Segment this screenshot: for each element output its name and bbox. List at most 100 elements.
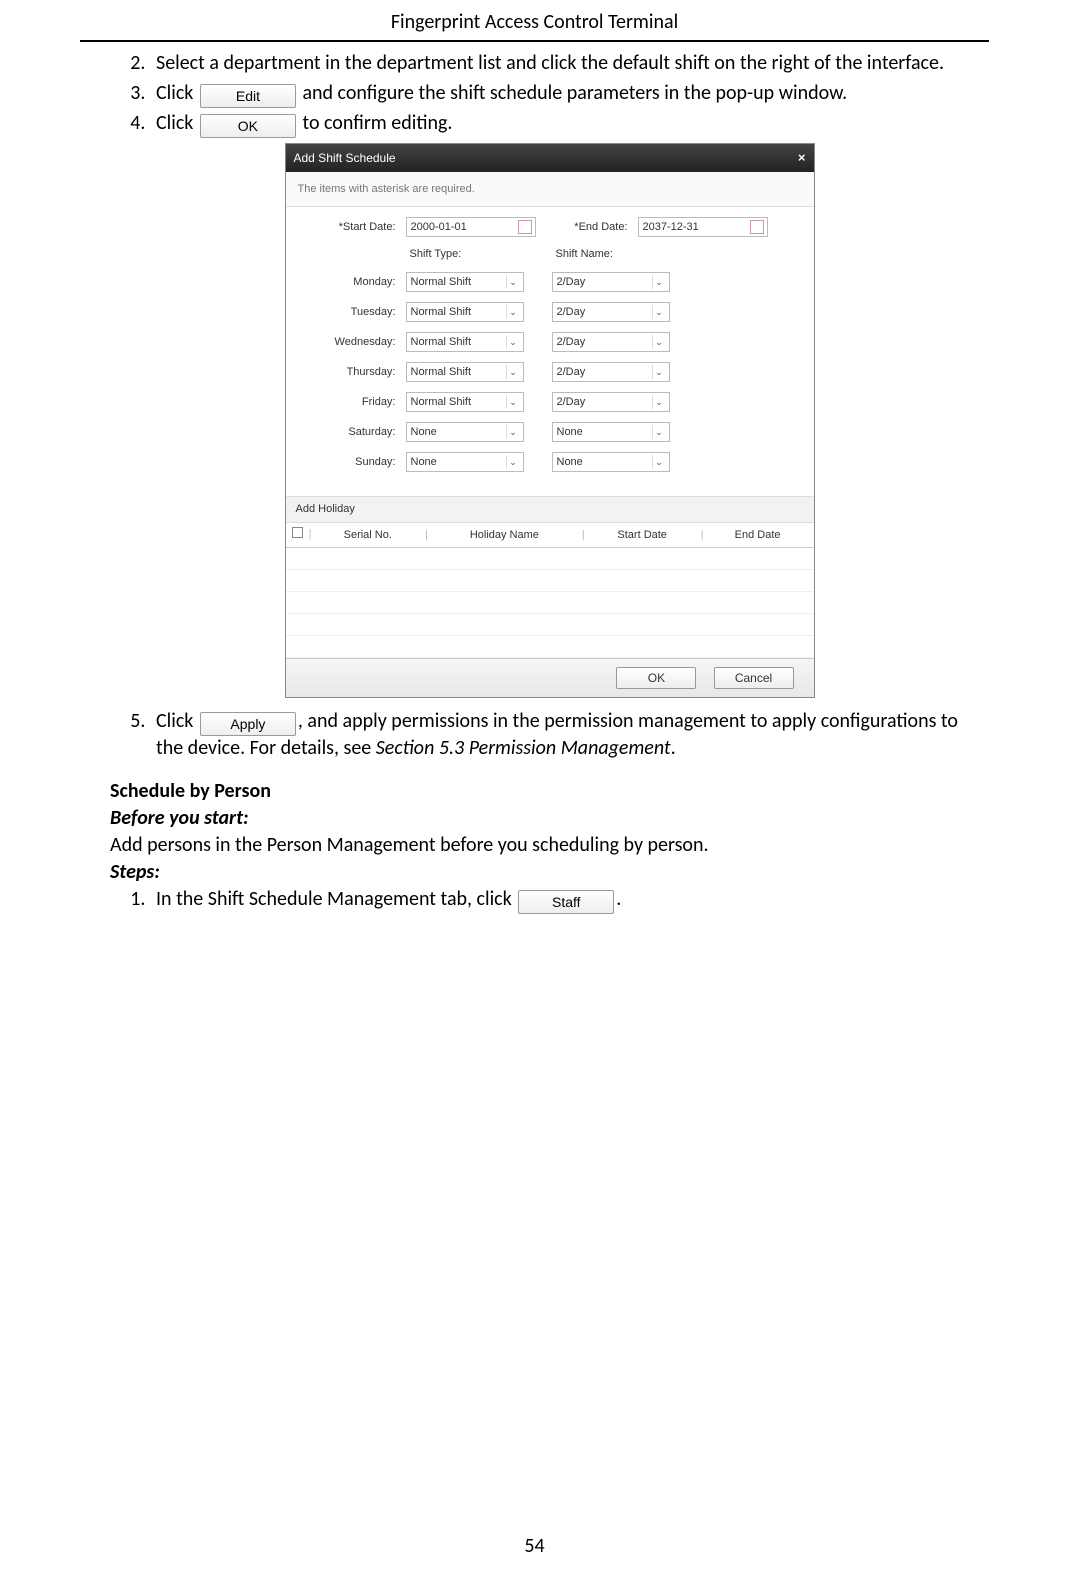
shift-type-value: Normal Shift [411,305,472,320]
shift-name-value: 2/Day [557,365,586,380]
day-label: Monday: [300,275,400,290]
day-label: Saturday: [300,425,400,440]
page-header: Fingerprint Access Control Terminal [80,10,989,42]
shift-name-dropdown[interactable]: 2/Day ⌄ [552,362,670,382]
chevron-down-icon: ⌄ [652,395,666,409]
chevron-down-icon: ⌄ [652,335,666,349]
shift-name-value: 2/Day [557,305,586,320]
shift-name-value: 2/Day [557,335,586,350]
shift-type-dropdown[interactable]: Normal Shift ⌄ [406,272,524,292]
dialog-cancel-button[interactable]: Cancel [714,667,794,689]
col-end-date: End Date [702,523,814,547]
shift-type-dropdown[interactable]: Normal Shift ⌄ [406,362,524,382]
step-5-end: . [671,736,676,760]
holiday-table: Serial No. Holiday Name Start Date End D… [286,523,814,658]
add-holiday-section: Add Holiday [286,496,814,523]
step-4: Click OK to confirm editing. [150,110,989,137]
step-3: Click Edit and configure the shift sched… [150,80,989,107]
day-row: Sunday:None⌄None⌄ [300,452,800,472]
start-date-label: *Start Date: [300,220,400,235]
shift-name-dropdown[interactable]: 2/Day ⌄ [552,332,670,352]
ok-button[interactable]: OK [200,114,296,138]
shift-name-value: 2/Day [557,275,586,290]
chevron-down-icon: ⌄ [506,425,520,439]
person-step-1-pre: In the Shift Schedule Management tab, cl… [156,887,516,911]
chevron-down-icon: ⌄ [652,365,666,379]
chevron-down-icon: ⌄ [506,275,520,289]
chevron-down-icon: ⌄ [652,425,666,439]
person-step-1: In the Shift Schedule Management tab, cl… [150,886,989,913]
page-number: 54 [0,1534,1069,1558]
col-holiday-name: Holiday Name [426,523,583,547]
shift-type-value: None [411,425,437,440]
staff-button[interactable]: Staff [518,890,614,914]
day-row: Thursday: Normal Shift ⌄ 2/Day ⌄ [300,362,800,382]
step-5-pre: Click [156,709,198,733]
shift-type-dropdown[interactable]: Normal Shift ⌄ [406,302,524,322]
shift-type-dropdown[interactable]: None ⌄ [406,422,524,442]
dialog-title: Add Shift Schedule [294,150,396,166]
shift-type-value: Normal Shift [411,395,472,410]
step-2: Select a department in the department li… [150,50,989,77]
shift-name-dropdown[interactable]: 2/Day ⌄ [552,392,670,412]
dialog-notice: The items with asterisk are required. [286,172,814,208]
end-date-input[interactable]: 2037-12-31 [638,217,768,237]
before-you-start-label: Before you start: [110,805,989,832]
day-label: Tuesday: [300,305,400,320]
day-label: Sunday: [300,455,400,470]
day-row: Monday: Normal Shift ⌄ 2/Day ⌄ [300,272,800,292]
shift-name-value: None [557,425,583,440]
calendar-icon[interactable] [750,220,764,234]
shift-name-dropdown[interactable]: None ⌄ [552,422,670,442]
chevron-down-icon: ⌄ [652,305,666,319]
chevron-down-icon: ⌄ [506,455,520,469]
shift-name-header: Shift Name: [552,247,670,262]
shift-name-value: 2/Day [557,395,586,410]
add-shift-schedule-dialog: Add Shift Schedule × The items with aste… [285,143,815,698]
day-row: Tuesday: Normal Shift ⌄ 2/Day ⌄ [300,302,800,322]
chevron-down-icon: ⌄ [506,395,520,409]
shift-type-dropdown[interactable]: Normal Shift ⌄ [406,392,524,412]
close-icon[interactable]: × [798,149,806,167]
chevron-down-icon: ⌄ [506,365,520,379]
shift-type-dropdown[interactable]: None ⌄ [406,452,524,472]
day-label: Friday: [300,395,400,410]
shift-name-dropdown[interactable]: 2/Day ⌄ [552,272,670,292]
start-date-input[interactable]: 2000-01-01 [406,217,536,237]
step-3-post: and configure the shift schedule paramet… [298,81,847,105]
chevron-down-icon: ⌄ [652,455,666,469]
before-you-start-text: Add persons in the Person Management bef… [110,832,989,859]
end-date-value: 2037-12-31 [643,220,699,235]
shift-type-value: Normal Shift [411,335,472,350]
day-row: Wednesday: Normal Shift⌄ 2/Day ⌄ [300,332,800,352]
apply-button[interactable]: Apply [200,712,296,736]
dialog-ok-button[interactable]: OK [616,667,696,689]
step-4-post: to confirm editing. [298,111,453,135]
edit-button[interactable]: Edit [200,84,296,108]
col-start-date: Start Date [583,523,702,547]
shift-type-value: None [411,455,437,470]
day-row: Saturday: None ⌄ None ⌄ [300,422,800,442]
shift-type-value: Normal Shift [411,365,472,380]
shift-name-dropdown[interactable]: 2/Day ⌄ [552,302,670,322]
shift-type-dropdown[interactable]: Normal Shift⌄ [406,332,524,352]
day-label: Wednesday: [300,335,400,350]
chevron-down-icon: ⌄ [652,275,666,289]
step-5-ref: Section 5.3 Permission Management [376,736,671,760]
checkbox-all[interactable] [292,527,303,538]
person-step-1-post: . [616,887,621,911]
schedule-by-person-heading: Schedule by Person [110,778,989,805]
start-date-value: 2000-01-01 [411,220,467,235]
shift-type-header: Shift Type: [406,247,524,262]
chevron-down-icon: ⌄ [506,305,520,319]
shift-name-dropdown[interactable]: None⌄ [552,452,670,472]
day-row: Friday: Normal Shift ⌄ 2/Day ⌄ [300,392,800,412]
step-3-pre: Click [156,81,198,105]
end-date-label: *End Date: [542,220,632,235]
shift-type-value: Normal Shift [411,275,472,290]
day-label: Thursday: [300,365,400,380]
step-5: Click Apply, and apply permissions in th… [150,708,989,762]
step-4-pre: Click [156,111,198,135]
steps-label: Steps: [110,859,989,886]
calendar-icon[interactable] [518,220,532,234]
